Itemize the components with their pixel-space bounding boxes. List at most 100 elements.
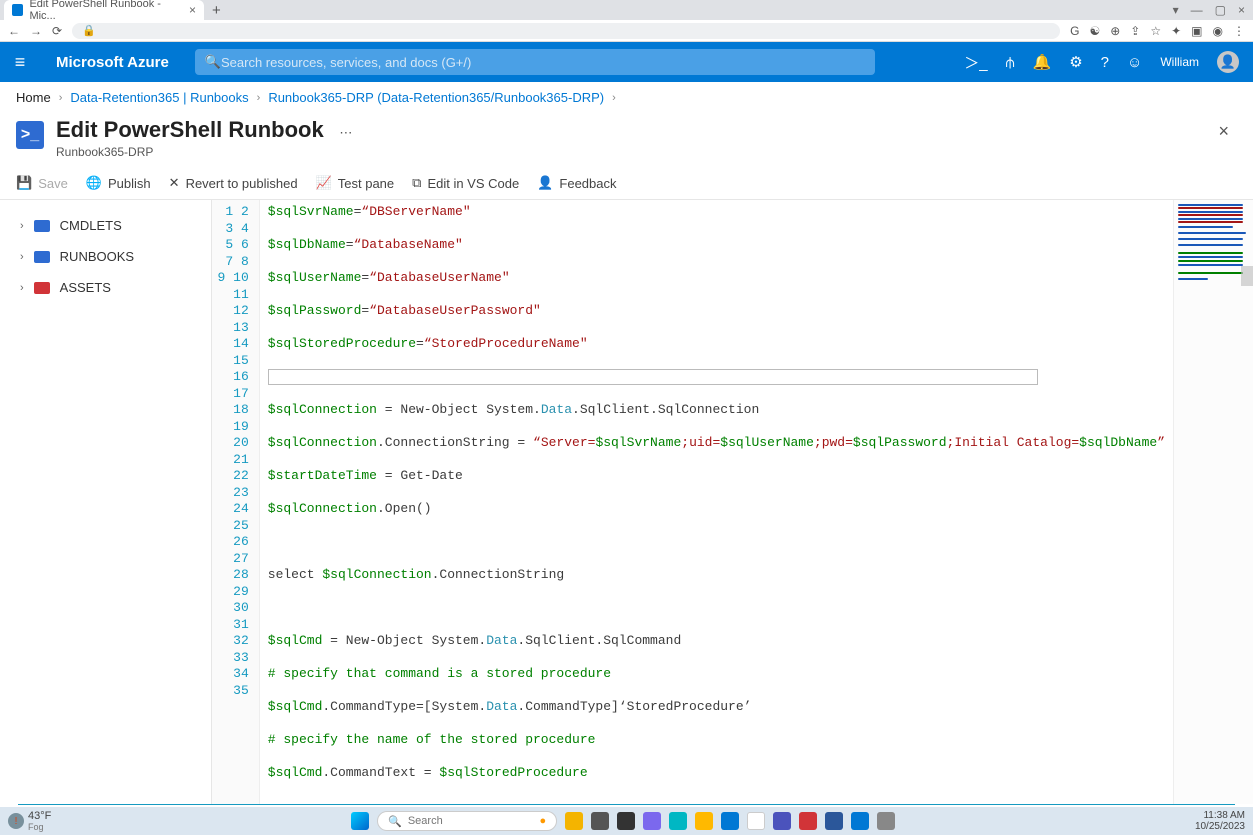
close-blade-button[interactable]: × [1210, 117, 1237, 146]
notifications-icon[interactable]: 🔔 [1033, 53, 1052, 71]
weather-icon: ! [8, 813, 24, 829]
taskbar-app-icon[interactable] [851, 812, 869, 830]
reload-button[interactable]: ⟳ [52, 24, 62, 38]
weather-temp: 43°F [28, 810, 51, 822]
google-icon[interactable]: G [1070, 24, 1079, 38]
chevron-right-icon: › [257, 92, 261, 104]
chrome-min2-icon[interactable]: — [1191, 3, 1203, 17]
chevron-right-icon: › [59, 92, 63, 104]
side-group-assets[interactable]: › ASSETS [0, 272, 211, 303]
line-gutter: 1 2 3 4 5 6 7 8 9 10 11 12 13 14 15 16 1… [212, 200, 260, 804]
help-icon[interactable]: ? [1101, 54, 1109, 71]
chrome-min-icon[interactable]: ▾ [1173, 3, 1179, 17]
taskbar-clock[interactable]: 11:38 AM 10/25/2023 [1187, 810, 1253, 832]
crumb-runbook-drp[interactable]: Runbook365-DRP (Data-Retention365/Runboo… [268, 90, 604, 105]
taskbar-app-icon[interactable] [773, 812, 791, 830]
taskbar-app-icon[interactable] [565, 812, 583, 830]
minimap-scroll-thumb[interactable] [1241, 266, 1253, 286]
menu-icon[interactable]: ⋮ [1233, 24, 1245, 38]
taskbar-app-icon[interactable] [747, 812, 765, 830]
taskbar-app-icon[interactable] [721, 812, 739, 830]
runbooks-icon [34, 251, 50, 263]
settings-icon[interactable]: ⚙ [1069, 53, 1082, 71]
page-header: >_ Edit PowerShell Runbook ⋯ Runbook365-… [0, 113, 1253, 167]
test-pane-button[interactable]: 📈Test pane [316, 175, 395, 191]
chart-icon: 📈 [316, 175, 332, 191]
taskbar-app-icon[interactable] [617, 812, 635, 830]
side-group-cmdlets[interactable]: › CMDLETS [0, 210, 211, 241]
chrome-max-icon[interactable]: ▢ [1215, 3, 1226, 17]
revert-button[interactable]: ✕Revert to published [169, 175, 298, 191]
publish-button[interactable]: 🌐Publish [86, 175, 151, 191]
feedback-button[interactable]: 👤Feedback [537, 175, 616, 191]
share-icon[interactable]: ⇪ [1130, 24, 1140, 38]
user-name[interactable]: William [1160, 55, 1199, 69]
zoom-icon[interactable]: ⊕ [1110, 24, 1120, 38]
menu-toggle-icon[interactable]: ≡ [0, 52, 40, 73]
azure-search[interactable]: 🔍 [195, 49, 875, 75]
side-group-runbooks[interactable]: › RUNBOOKS [0, 241, 211, 272]
page-title: Edit PowerShell Runbook [56, 117, 324, 143]
start-button[interactable] [351, 812, 369, 830]
new-tab-button[interactable]: + [204, 2, 229, 19]
code-area[interactable]: $sqlSvrName=“DBServerName" $sqlDbName=“D… [260, 200, 1173, 804]
taskbar-app-icon[interactable] [591, 812, 609, 830]
taskbar-search[interactable]: 🔍 ● [377, 811, 557, 831]
tab-close-icon[interactable]: × [189, 3, 196, 17]
filter-icon[interactable]: ⫛ [1006, 54, 1015, 71]
search-icon: 🔍 [388, 815, 402, 828]
profile-icon[interactable]: ◉ [1213, 24, 1223, 38]
url-bar[interactable]: 🔒 [72, 23, 1060, 39]
chevron-right-icon: › [20, 220, 24, 232]
side-label: CMDLETS [60, 218, 122, 233]
person-icon: 👤 [537, 175, 553, 191]
edit-vscode-button[interactable]: ⧉Edit in VS Code [412, 175, 519, 191]
download-icon[interactable]: ▣ [1191, 24, 1202, 38]
bookmark-icon[interactable]: ☆ [1150, 24, 1161, 38]
vscode-icon: ⧉ [412, 175, 421, 191]
more-actions-button[interactable]: ⋯ [339, 125, 352, 140]
azure-brand[interactable]: Microsoft Azure [40, 54, 185, 71]
cmdlets-icon [34, 220, 50, 232]
azure-search-input[interactable] [221, 55, 865, 70]
command-bar: 💾Save 🌐Publish ✕Revert to published 📈Tes… [0, 167, 1253, 200]
side-label: ASSETS [60, 280, 111, 295]
globe-icon: 🌐 [86, 175, 102, 191]
taskbar-app-icon[interactable] [825, 812, 843, 830]
chrome-close-icon[interactable]: × [1238, 3, 1245, 17]
translate-icon[interactable]: ☯ [1089, 24, 1100, 38]
weather-cond: Fog [28, 822, 51, 832]
user-avatar-icon[interactable]: 👤 [1217, 51, 1239, 73]
divider [18, 804, 1235, 805]
crumb-home[interactable]: Home [16, 90, 51, 105]
taskbar-app-icon[interactable] [669, 812, 687, 830]
chevron-right-icon: › [20, 251, 24, 263]
cloud-shell-icon[interactable]: ＞_ [964, 52, 987, 73]
taskbar-app-icon[interactable] [695, 812, 713, 830]
browser-tab[interactable]: Edit PowerShell Runbook - Mic... × [4, 0, 204, 20]
windows-taskbar: ! 43°F Fog 🔍 ● 11:38 AM 10/25/2023 [0, 807, 1253, 835]
browser-toolbar: ← → ⟳ 🔒 G ☯ ⊕ ⇪ ☆ ✦ ▣ ◉ ⋮ [0, 20, 1253, 42]
feedback-icon[interactable]: ☺ [1127, 54, 1142, 71]
editor-body: › CMDLETS › RUNBOOKS › ASSETS 1 2 3 4 5 … [0, 200, 1253, 804]
taskbar-app-icon[interactable] [799, 812, 817, 830]
revert-icon: ✕ [169, 175, 180, 191]
taskbar-app-icon[interactable] [877, 812, 895, 830]
save-button[interactable]: 💾Save [16, 175, 68, 191]
browser-tab-strip: Edit PowerShell Runbook - Mic... × + ▾ —… [0, 0, 1253, 20]
lock-icon: 🔒 [82, 24, 96, 37]
taskbar-weather[interactable]: ! 43°F Fog [0, 810, 59, 832]
taskbar-search-input[interactable] [408, 815, 534, 827]
forward-button[interactable]: → [30, 24, 42, 38]
minimap[interactable] [1173, 200, 1253, 804]
extensions-icon[interactable]: ✦ [1171, 24, 1181, 38]
page-subtitle: Runbook365-DRP [56, 145, 1210, 159]
crumb-runbooks[interactable]: Data-Retention365 | Runbooks [70, 90, 248, 105]
back-button[interactable]: ← [8, 24, 20, 38]
taskbar-app-icon[interactable] [643, 812, 661, 830]
chevron-right-icon: › [20, 282, 24, 294]
search-icon: 🔍 [205, 54, 221, 70]
search-orb-icon: ● [539, 815, 546, 827]
code-editor[interactable]: 1 2 3 4 5 6 7 8 9 10 11 12 13 14 15 16 1… [212, 200, 1253, 804]
clock-time: 11:38 AM [1195, 810, 1245, 821]
